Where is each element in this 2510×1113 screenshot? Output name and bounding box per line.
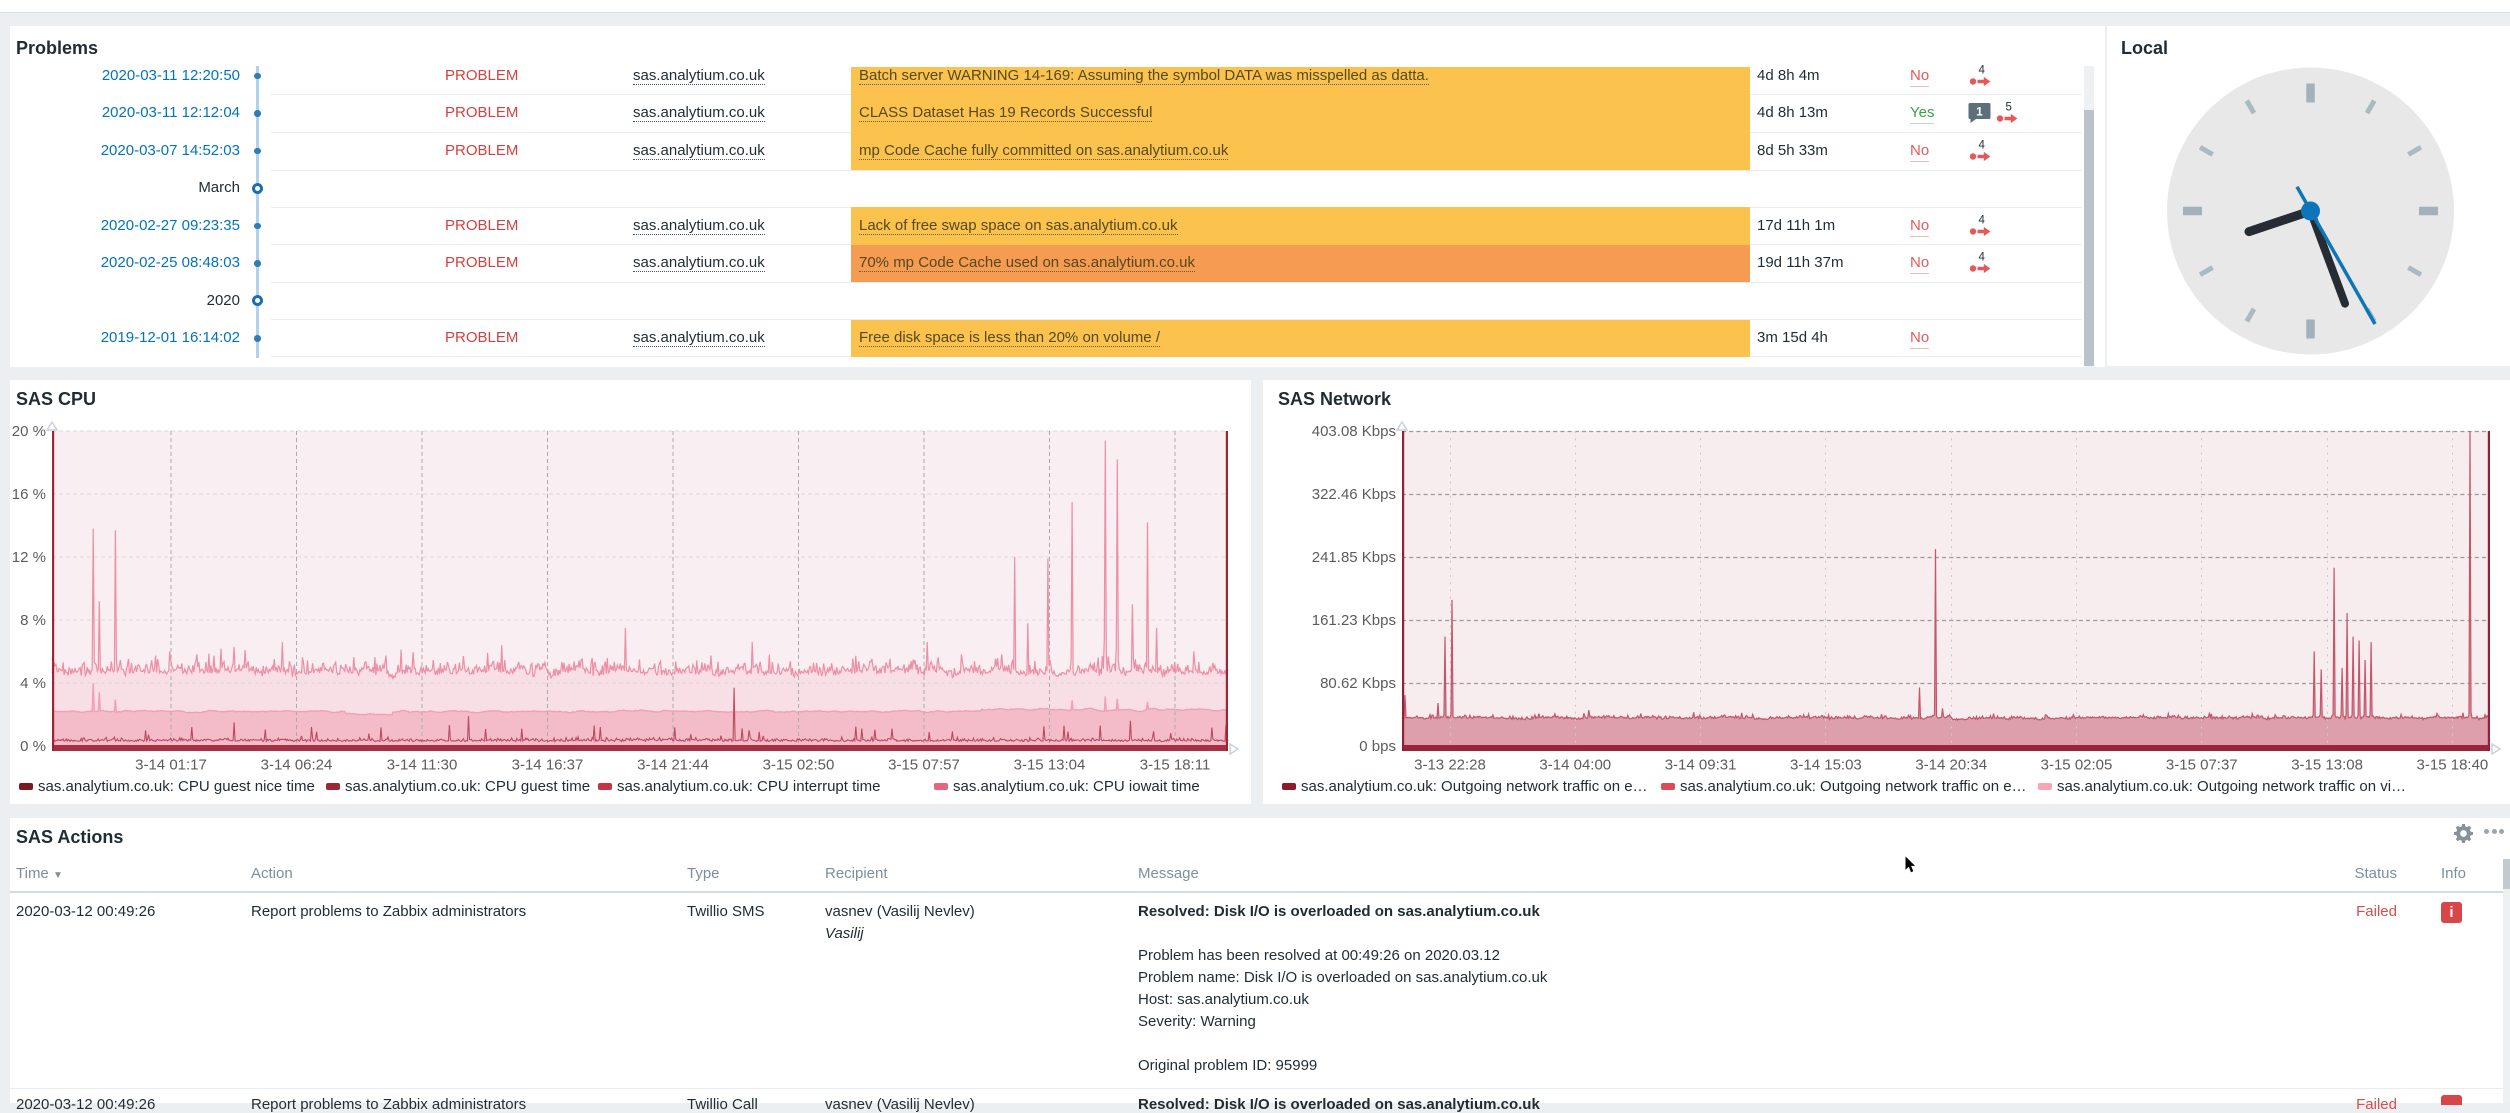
- svg-text:161.23 Kbps: 161.23 Kbps: [1312, 612, 1396, 629]
- svg-text:3-14 21:44: 3-14 21:44: [637, 757, 709, 774]
- svg-text:sas.analytium.co.uk: Outgoing: sas.analytium.co.uk: Outgoing network tr…: [1680, 778, 2027, 795]
- svg-text:3-14 16:37: 3-14 16:37: [512, 757, 584, 774]
- svg-text:sas.analytium.co.uk: Outgoing: sas.analytium.co.uk: Outgoing network tr…: [2057, 778, 2406, 795]
- svg-text:3-15 02:05: 3-15 02:05: [2041, 757, 2113, 774]
- svg-text:241.85 Kbps: 241.85 Kbps: [1312, 549, 1396, 566]
- svg-text:80.62 Kbps: 80.62 Kbps: [1320, 675, 1396, 692]
- svg-text:3-15 02:50: 3-15 02:50: [763, 757, 835, 774]
- svg-text:403.08 Kbps: 403.08 Kbps: [1312, 423, 1396, 440]
- svg-text:20 %: 20 %: [12, 423, 46, 440]
- svg-text:5: 5: [2006, 102, 2012, 114]
- svg-text:sas.analytium.co.uk: CPU inter: sas.analytium.co.uk: CPU interrupt time: [617, 778, 880, 795]
- svg-text:3-14 09:31: 3-14 09:31: [1665, 757, 1737, 774]
- svg-text:sas.analytium.co.uk: CPU iowai: sas.analytium.co.uk: CPU iowait time: [953, 778, 1200, 795]
- svg-text:0 bps: 0 bps: [1359, 738, 1396, 755]
- svg-text:3-15 13:08: 3-15 13:08: [2291, 757, 2363, 774]
- svg-text:4: 4: [1979, 139, 1986, 151]
- svg-text:3-14 20:34: 3-14 20:34: [1915, 757, 1987, 774]
- svg-text:16 %: 16 %: [12, 486, 46, 503]
- svg-text:3-15 07:37: 3-15 07:37: [2166, 757, 2238, 774]
- svg-text:3-14 06:24: 3-14 06:24: [261, 757, 333, 774]
- svg-text:1: 1: [1976, 105, 1983, 119]
- svg-text:3-14 04:00: 3-14 04:00: [1539, 757, 1611, 774]
- svg-text:3-14 15:03: 3-14 15:03: [1790, 757, 1862, 774]
- svg-text:sas.analytium.co.uk: CPU guest: sas.analytium.co.uk: CPU guest nice time: [38, 778, 315, 795]
- svg-text:4: 4: [1979, 214, 1986, 226]
- svg-text:4: 4: [1979, 64, 1986, 76]
- svg-text:12 %: 12 %: [12, 549, 46, 566]
- svg-text:3-14 11:30: 3-14 11:30: [387, 757, 458, 774]
- svg-text:322.46 Kbps: 322.46 Kbps: [1312, 486, 1396, 503]
- svg-text:3-15 18:11: 3-15 18:11: [1140, 757, 1211, 774]
- svg-text:3-14 01:17: 3-14 01:17: [135, 757, 207, 774]
- svg-text:3-15 13:04: 3-15 13:04: [1014, 757, 1086, 774]
- svg-text:3-13 22:28: 3-13 22:28: [1414, 757, 1486, 774]
- svg-text:4: 4: [1979, 252, 1986, 264]
- svg-text:3-15 18:40: 3-15 18:40: [2417, 757, 2489, 774]
- svg-text:8 %: 8 %: [20, 612, 46, 629]
- svg-text:4 %: 4 %: [20, 675, 46, 692]
- svg-text:sas.analytium.co.uk: Outgoing: sas.analytium.co.uk: Outgoing network tr…: [1301, 778, 1648, 795]
- svg-text:0 %: 0 %: [20, 738, 46, 755]
- svg-text:sas.analytium.co.uk: CPU guest: sas.analytium.co.uk: CPU guest time: [345, 778, 590, 795]
- svg-text:3-15 07:57: 3-15 07:57: [888, 757, 960, 774]
